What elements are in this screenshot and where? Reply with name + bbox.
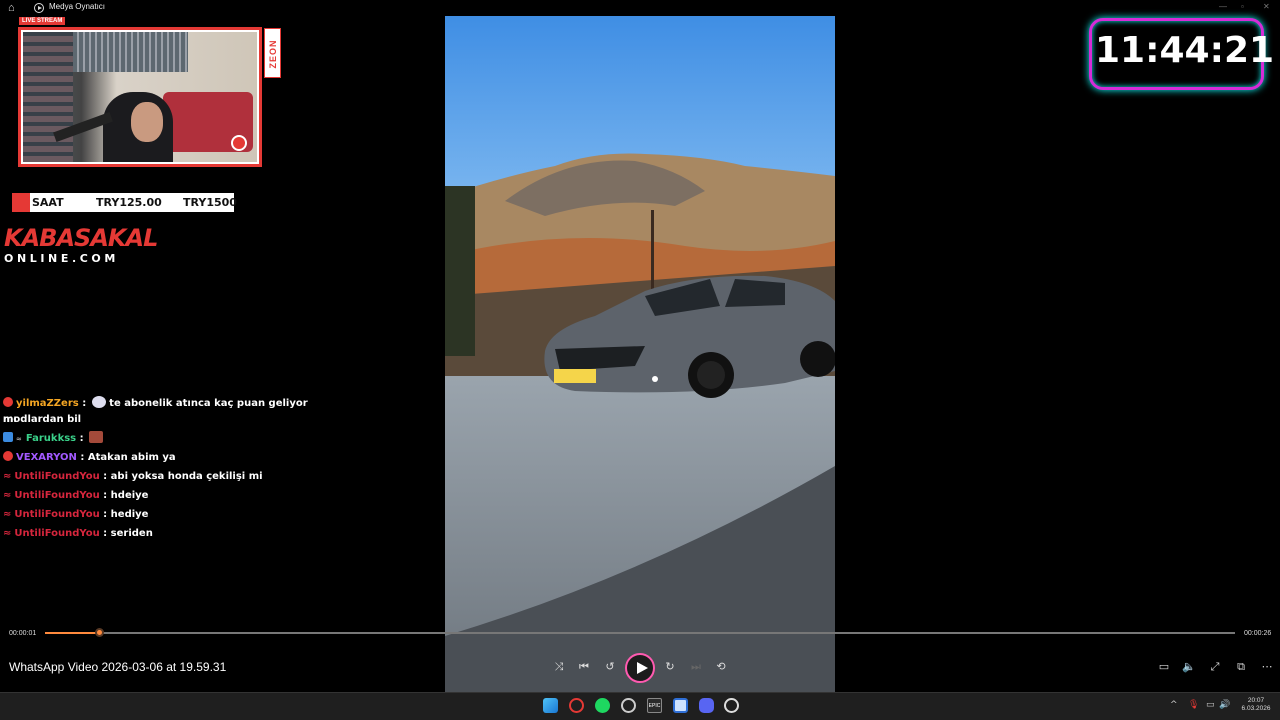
- seek-bar[interactable]: [45, 632, 1235, 634]
- stream-clock: 11:44:21: [1095, 30, 1275, 71]
- volume-icon[interactable]: 🔈: [1182, 660, 1196, 674]
- chat-message: VEXARYON : Atakan abim ya: [3, 450, 176, 466]
- skip-forward-icon[interactable]: ↻: [663, 660, 677, 674]
- user-badge-icon: ≈: [3, 490, 12, 501]
- taskbar: [0, 692, 1280, 720]
- price-ticker: SAAT TRY125.00 TRY1500: [12, 193, 237, 212]
- chat-message: ≈ UntiliFoundYou : hdeiye: [3, 490, 149, 501]
- minimize-button[interactable]: —: [1219, 2, 1227, 11]
- window-title: Medya Oynatıcı: [49, 2, 106, 11]
- webcam-feed: [23, 32, 257, 162]
- close-button[interactable]: ✕: [1263, 2, 1270, 11]
- media-player-app-icon: [34, 3, 44, 13]
- chat-message-continuation: mı: [3, 414, 17, 425]
- chat-message: yilmaZZers : te abonelik atınca kaç puan…: [3, 396, 308, 425]
- ticker-badge-icon: [12, 193, 30, 212]
- repeat-off-icon[interactable]: ⟲: [714, 660, 728, 674]
- taskbar-date: 6.03.2026: [1241, 705, 1271, 712]
- video-frame[interactable]: [445, 16, 835, 692]
- epic-games-icon[interactable]: EPIC: [647, 698, 662, 713]
- opera-icon[interactable]: [569, 698, 584, 713]
- chat-text: abi yoksa honda çekilişi mi: [110, 471, 263, 482]
- total-time: 00:00:26: [1244, 630, 1272, 637]
- current-time: 00:00:01: [9, 630, 37, 637]
- chat-message: ≈ UntiliFoundYou : seriden: [3, 528, 153, 539]
- previous-icon[interactable]: ⏮: [577, 660, 591, 674]
- user-badge-icon: ≈: [3, 528, 12, 539]
- chat-message: ≈ UntiliFoundYou : abi yoksa honda çekili…: [3, 471, 263, 482]
- chat-username: UntiliFoundYou: [14, 509, 100, 520]
- ticker-price-1: TRY125.00: [96, 196, 162, 209]
- miniplayer-icon[interactable]: ⧉: [1234, 660, 1248, 674]
- media-player-icon[interactable]: [724, 698, 739, 713]
- chat-text: hdeiye: [110, 490, 149, 501]
- speaker-icon[interactable]: 🔊: [1219, 700, 1230, 710]
- chat-username: UntiliFoundYou: [14, 471, 100, 482]
- sponsor-label: ZEON: [268, 39, 278, 69]
- chat-text: seriden: [110, 528, 153, 539]
- fullscreen-icon[interactable]: ⤢: [1208, 660, 1222, 674]
- video-title: WhatsApp Video 2026-03-06 at 19.59.31: [9, 660, 227, 674]
- chat-message: ≈ Farukkss :: [3, 431, 104, 447]
- video-car: [544, 275, 835, 398]
- skip-back-icon[interactable]: ↺: [603, 660, 617, 674]
- spotify-icon[interactable]: [595, 698, 610, 713]
- tray-overflow-icon[interactable]: ^: [1170, 700, 1178, 710]
- more-options-icon[interactable]: ⋯: [1260, 660, 1274, 674]
- chat-text: Atakan abim ya: [87, 452, 176, 463]
- maximize-button[interactable]: ▫: [1241, 2, 1244, 11]
- chat-username: yilmaZZers: [16, 398, 79, 409]
- play-button[interactable]: [625, 653, 655, 683]
- user-badge-icon: [3, 397, 13, 407]
- sponsor-badge: ZEON: [264, 28, 281, 78]
- brand-logo: KABASAKAL: [4, 224, 158, 252]
- chat-username: UntiliFoundYou: [14, 528, 100, 539]
- title-bar: ⌂ Medya Oynatıcı — ▫ ✕: [0, 0, 1280, 16]
- user-badge-icon: [3, 451, 13, 461]
- prime-badge-icon: ≈: [16, 435, 22, 443]
- live-stream-badge: LIVE STREAM: [19, 17, 66, 25]
- captions-icon[interactable]: ▭: [1157, 660, 1171, 674]
- ticker-label: SAAT: [32, 196, 64, 209]
- user-badge-icon: ≈: [3, 509, 12, 520]
- home-icon[interactable]: ⌂: [8, 2, 20, 14]
- chat-username: VEXARYON: [16, 452, 77, 463]
- microphone-icon[interactable]: 🎙: [1188, 700, 1199, 710]
- next-icon[interactable]: ⏭: [689, 660, 703, 674]
- ticker-price-2: TRY1500: [183, 196, 237, 209]
- taskbar-time: 20:07: [1247, 697, 1265, 704]
- chat-message: ≈ UntiliFoundYou : hediye: [3, 509, 149, 520]
- shuffle-icon[interactable]: ⤨: [552, 660, 566, 674]
- user-badge-icon: ≈: [3, 471, 12, 482]
- steam-icon[interactable]: [621, 698, 636, 713]
- files-icon[interactable]: [673, 698, 688, 713]
- chat-username: Farukkss: [25, 433, 77, 444]
- seek-bar-fill: [45, 632, 99, 634]
- network-icon[interactable]: ▭: [1206, 700, 1215, 710]
- user-badge-icon: [3, 432, 13, 442]
- chat-text: hediye: [110, 509, 149, 520]
- discord-icon[interactable]: [699, 698, 714, 713]
- emote-icon: [89, 431, 104, 443]
- emote-icon: [91, 396, 106, 408]
- brand-logo-subtitle: ONLINE.COM: [4, 252, 119, 265]
- chat-username: UntiliFoundYou: [14, 490, 100, 501]
- seek-thumb[interactable]: [94, 628, 104, 637]
- windows-start-icon[interactable]: [543, 698, 558, 713]
- taskbar-clock[interactable]: 20:07 6.03.2026: [1236, 697, 1276, 713]
